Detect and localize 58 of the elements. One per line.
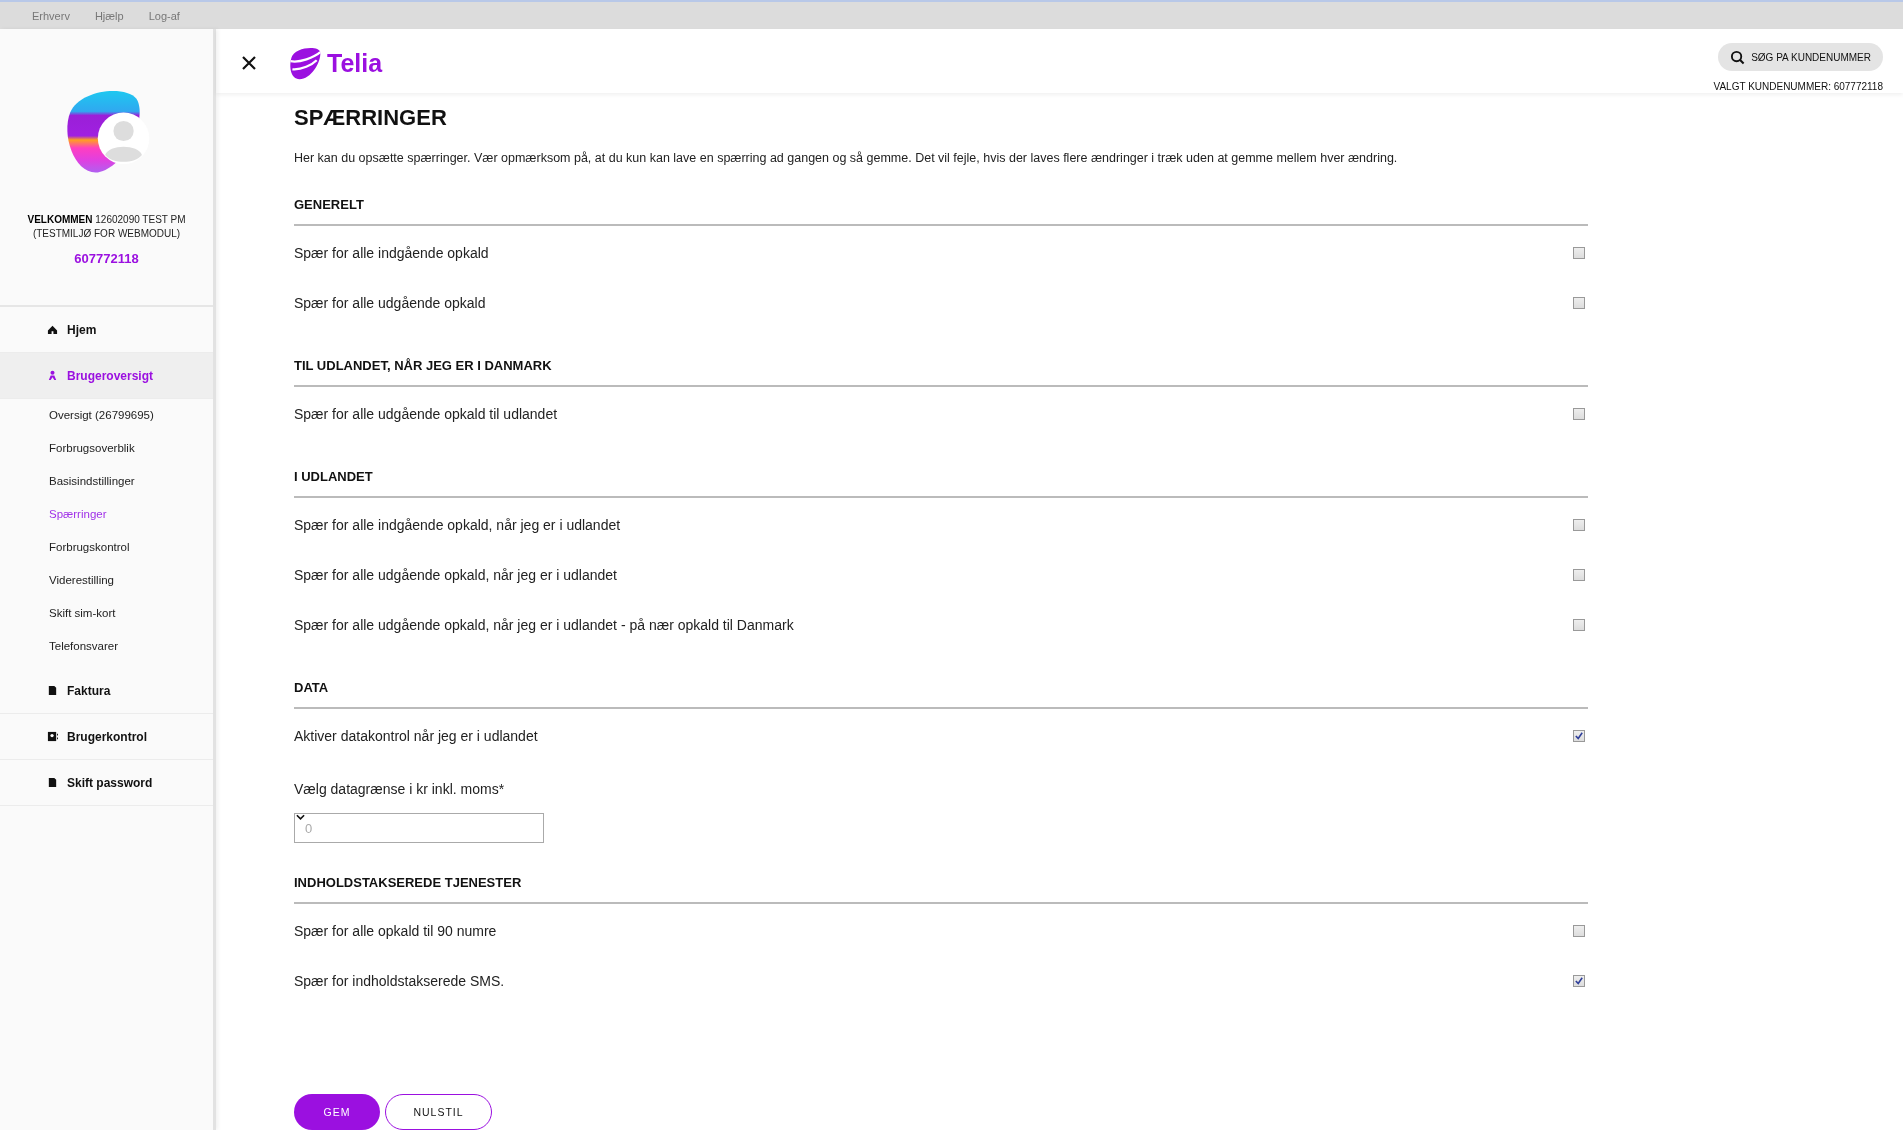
welcome-text: VELKOMMEN 12602090 TEST PM (TESTMILJØ FOR WEBMODUL) bbox=[26, 213, 187, 241]
home-icon bbox=[47, 324, 58, 335]
field-label: Vælg datagrænse i kr inkl. moms* bbox=[294, 781, 506, 797]
nav-subitem[interactable]: Skift sim-kort bbox=[0, 602, 213, 635]
checkbox[interactable] bbox=[1573, 925, 1585, 937]
page-title: SPÆRRINGER bbox=[294, 105, 448, 131]
section-heading: GENERELT bbox=[294, 197, 365, 212]
logo-icon bbox=[287, 45, 323, 81]
nav-item[interactable]: Brugeroversigt bbox=[0, 353, 213, 399]
search-button[interactable]: SØG PA KUNDENUMMER bbox=[1718, 43, 1883, 71]
nav-subitem[interactable]: Spærringer bbox=[0, 503, 213, 536]
selected-customer-text: VALGT KUNDENUMMER: 607772118 bbox=[1713, 81, 1883, 92]
check-icon bbox=[1575, 732, 1583, 740]
chevron-icon bbox=[296, 814, 305, 820]
checkbox[interactable] bbox=[1573, 975, 1585, 987]
reset-button[interactable]: NULSTIL bbox=[385, 1094, 492, 1130]
option-label: Spær for alle opkald til 90 numre bbox=[294, 923, 497, 939]
option-label: Spær for alle udgående opkald, når jeg er i udlandet bbox=[294, 567, 617, 583]
option-label: Spær for alle udgående opkald til udlandet bbox=[294, 406, 558, 422]
contact-card-icon bbox=[47, 731, 58, 742]
section-heading: DATA bbox=[294, 680, 330, 695]
nav-item[interactable]: Brugerkontrol bbox=[0, 714, 213, 760]
section-heading: I UDLANDET bbox=[294, 469, 374, 484]
checkbox[interactable] bbox=[1573, 247, 1585, 259]
section-heading: TIL UDLANDET, NÅR JEG ER I DANMARK bbox=[294, 358, 553, 373]
person-icon bbox=[47, 370, 58, 381]
intro-text: Her kan du opsætte spærringer. Vær opmærksom på, at du kun kan lave en spærring ad gangen og så gemme. Det vil fejle, hvis der laves flere ændringer i træk uden at gemme mellem hver ændring. bbox=[294, 151, 1399, 165]
close-icon bbox=[241, 55, 257, 71]
nav-subitem[interactable]: Basisindstillinger bbox=[0, 470, 213, 503]
checkbox[interactable] bbox=[1573, 408, 1585, 420]
nav-subitem[interactable]: Forbrugskontrol bbox=[0, 536, 213, 569]
nav-subitem[interactable]: Viderestilling bbox=[0, 569, 213, 602]
option-label: Spær for alle udgående opkald, når jeg er i udlandet - på nær opkald til Danmark bbox=[294, 617, 794, 633]
search-icon bbox=[1730, 49, 1746, 65]
checkbox[interactable] bbox=[1573, 569, 1585, 581]
checkbox[interactable] bbox=[1573, 619, 1585, 631]
logo-text: Telia bbox=[327, 48, 383, 78]
option-label: Spær for alle indgående opkald, når jeg er i udlandet bbox=[294, 517, 621, 533]
document-icon bbox=[47, 777, 58, 788]
option-label: Spær for alle indgående opkald bbox=[294, 245, 489, 261]
limit-select-field[interactable]: 0 bbox=[294, 813, 544, 843]
nav-subitem[interactable]: Oversigt (26799695) bbox=[0, 404, 213, 437]
close-button[interactable] bbox=[241, 55, 257, 71]
check-icon bbox=[1575, 977, 1583, 985]
nav-item[interactable]: Skift password bbox=[0, 760, 213, 806]
customer-number: 607772118 bbox=[74, 251, 139, 266]
save-button[interactable]: GEM bbox=[294, 1094, 380, 1130]
checkbox[interactable] bbox=[1573, 730, 1585, 742]
option-label: Aktiver datakontrol når jeg er i udlandet bbox=[294, 728, 538, 744]
option-label: Spær for indholdstakserede SMS. bbox=[294, 973, 505, 989]
document-icon bbox=[47, 685, 58, 696]
section-heading: INDHOLDSTAKSEREDE TJENESTER bbox=[294, 875, 523, 890]
checkbox[interactable] bbox=[1573, 519, 1585, 531]
nav-subitem[interactable]: Telefonsvarer bbox=[0, 635, 213, 668]
nav-subitem[interactable]: Forbrugsoverblik bbox=[0, 437, 213, 470]
option-label: Spær for alle udgående opkald bbox=[294, 295, 486, 311]
checkbox[interactable] bbox=[1573, 297, 1585, 309]
nav-item[interactable]: Faktura bbox=[0, 668, 213, 714]
